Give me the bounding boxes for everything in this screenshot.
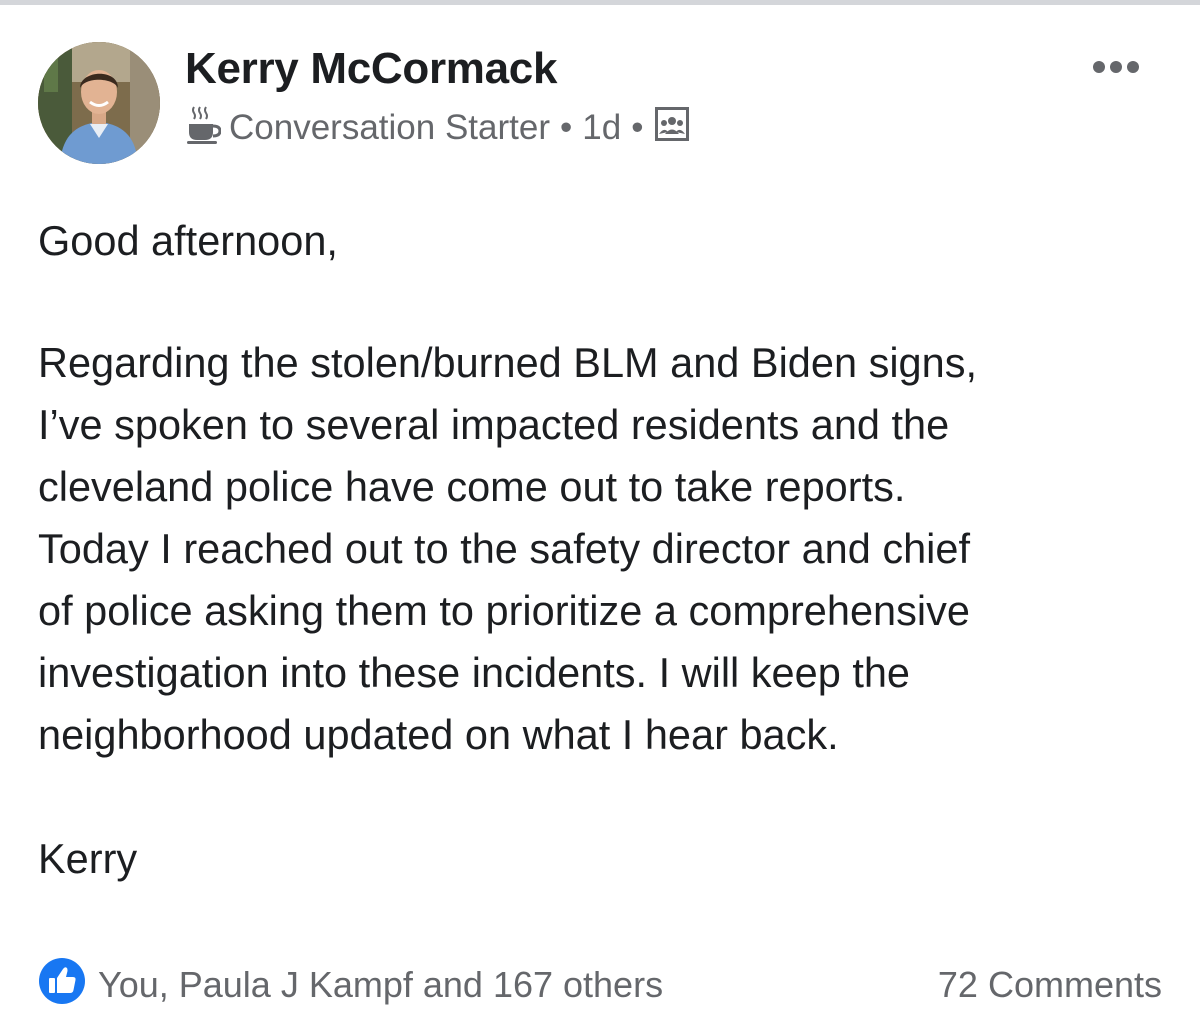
reactions-summary[interactable]: You, Paula J Kampf and 167 others — [38, 957, 663, 1014]
like-thumb-icon — [38, 957, 98, 1014]
author-name[interactable]: Kerry McCormack — [185, 44, 557, 94]
more-options-button[interactable] — [1086, 52, 1146, 82]
post-greeting: Good afternoon, — [38, 217, 338, 264]
top-divider — [0, 0, 1200, 5]
badge-label[interactable]: Conversation Starter — [229, 108, 550, 148]
reactions-text: You, Paula J Kampf and 167 others — [98, 964, 664, 1005]
post-body: Good afternoon, Regarding the stolen/bur… — [38, 210, 1178, 890]
post-footer: You, Paula J Kampf and 167 others 72 Com… — [38, 957, 1162, 1010]
meta-separator: • — [631, 108, 644, 147]
post-timestamp[interactable]: 1d — [582, 108, 621, 148]
more-options-icon — [1093, 61, 1139, 73]
meta-separator: • — [559, 108, 573, 147]
author-avatar[interactable] — [38, 42, 160, 164]
post-meta: Conversation Starter • 1d • — [185, 104, 690, 153]
group-audience-icon — [653, 106, 690, 150]
post-paragraph: Regarding the stolen/burned BLM and Bide… — [38, 339, 977, 758]
coffee-cup-icon — [185, 104, 229, 153]
post-signoff: Kerry — [38, 835, 138, 882]
comments-count-link[interactable]: 72 Comments — [938, 964, 1162, 1006]
